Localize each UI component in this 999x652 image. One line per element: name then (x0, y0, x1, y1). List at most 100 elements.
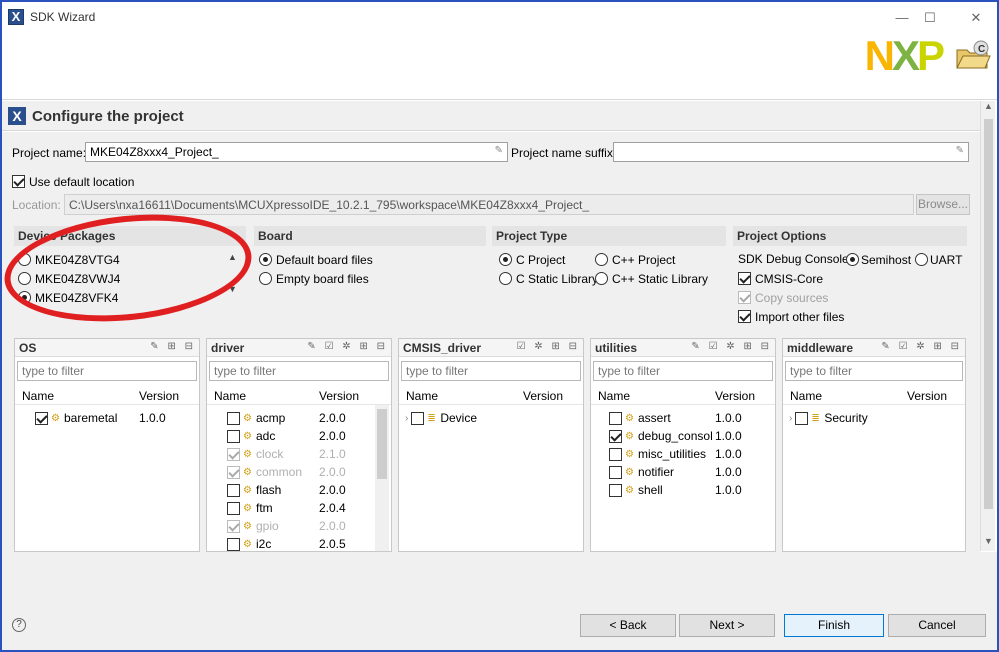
component-icon: ⚙ (51, 413, 60, 425)
project-name-label: Project name: (12, 146, 87, 160)
driver-column-header: Name Version (207, 387, 391, 405)
item-version: 1.0.0 (715, 465, 742, 479)
list-item[interactable]: ⚙ baremetal (35, 411, 117, 426)
list-item[interactable]: ⚙ shell (609, 483, 663, 498)
board-option-default[interactable]: Default board files (259, 252, 373, 267)
list-item[interactable]: › ≣ Device (405, 411, 477, 426)
project-type-header: Project Type (492, 226, 726, 246)
driver-filter-input[interactable]: type to filter (209, 361, 389, 381)
checkbox-icon[interactable] (609, 448, 622, 462)
device-package-option[interactable]: MKE04Z8VTG4 (18, 252, 120, 267)
list-item[interactable]: ⚙ acmp (227, 411, 285, 426)
device-packages-scrollbar[interactable]: ▲ ▼ (228, 246, 242, 302)
checkbox-icon[interactable] (227, 448, 240, 462)
item-name: common (256, 465, 303, 479)
item-name: gpio (256, 519, 279, 533)
type-c-static-library[interactable]: C Static Library (499, 271, 598, 286)
project-suffix-field[interactable]: ✎ (613, 142, 969, 162)
checkbox-icon[interactable] (227, 484, 240, 498)
wizard-banner: NXP C (2, 32, 997, 100)
checkbox-icon[interactable] (227, 502, 240, 516)
panel-tools-icon[interactable]: ✎ ☑ ✲ ⊞ ⊟ (881, 341, 962, 352)
type-cpp-static-library[interactable]: C++ Static Library (595, 271, 708, 286)
device-package-option[interactable]: MKE04Z8VFK4 (18, 290, 118, 302)
sdk-icon: X (8, 107, 26, 125)
import-other-files-checkbox[interactable]: Import other files (738, 309, 844, 324)
next-button[interactable]: Next > (679, 614, 775, 637)
panel-tools-icon[interactable]: ✎ ☑ ✲ ⊞ ⊟ (691, 341, 772, 352)
cmsis-core-checkbox[interactable]: CMSIS-Core (738, 271, 823, 286)
device-package-option[interactable]: MKE04Z8VWJ4 (18, 271, 120, 286)
panel-tools-icon[interactable]: ☑ ✲ ⊞ ⊟ (517, 341, 580, 352)
list-item[interactable]: ⚙ i2c (227, 537, 271, 552)
checkbox-icon[interactable] (609, 484, 622, 498)
copy-sources-checkbox: Copy sources (738, 290, 828, 305)
scroll-thumb[interactable] (984, 119, 993, 509)
help-icon[interactable]: ? (12, 618, 26, 632)
cancel-button[interactable]: Cancel (888, 614, 986, 637)
item-name: adc (256, 429, 276, 443)
checkbox-icon[interactable] (609, 430, 622, 444)
list-item[interactable]: ⚙ assert (609, 411, 671, 426)
back-button[interactable]: < Back (580, 614, 676, 637)
expand-icon[interactable]: › (789, 413, 792, 424)
item-version: 1.0.0 (139, 411, 166, 425)
list-item[interactable]: ⚙ misc_utilities (609, 447, 707, 462)
chevron-down-icon[interactable]: ▼ (228, 284, 237, 294)
project-name-field[interactable]: MKE04Z8xxx4_Project_ ✎ (85, 142, 508, 162)
scroll-down-icon[interactable]: ▼ (981, 536, 996, 551)
list-item[interactable]: ⚙ adc (227, 429, 276, 444)
use-default-location-checkbox[interactable]: Use default location (12, 174, 134, 189)
suffix-label: Project name suffix: (511, 146, 617, 160)
uart-radio[interactable]: UART (915, 252, 962, 267)
checkbox-icon[interactable] (227, 430, 240, 444)
checkbox-icon[interactable] (609, 412, 622, 426)
scroll-up-icon[interactable]: ▲ (981, 101, 996, 116)
list-item[interactable]: ⚙ debug_consol (609, 429, 713, 444)
close-button[interactable]: ✕ (965, 8, 987, 28)
chevron-up-icon[interactable]: ▲ (228, 252, 237, 262)
list-item[interactable]: ⚙ flash (227, 483, 281, 498)
checkbox-icon[interactable] (227, 520, 240, 534)
utilities-panel-header: utilities ✎ ☑ ✲ ⊞ ⊟ (591, 339, 775, 357)
list-item[interactable]: ⚙ clock (227, 447, 283, 462)
checkbox-icon[interactable] (12, 175, 25, 189)
type-cpp-project[interactable]: C++ Project (595, 252, 675, 267)
expand-icon[interactable]: › (405, 413, 408, 424)
item-name: ftm (256, 501, 273, 515)
checkbox-icon[interactable] (609, 466, 622, 480)
checkbox-icon[interactable] (227, 412, 240, 426)
driver-scrollbar[interactable] (375, 405, 389, 551)
list-item[interactable]: ⚙ notifier (609, 465, 674, 480)
list-item[interactable]: ⚙ common (227, 465, 303, 480)
checkbox-icon[interactable] (227, 466, 240, 480)
item-version: 2.0.0 (319, 429, 346, 443)
component-icon: ⚙ (243, 485, 252, 497)
semihost-radio[interactable]: Semihost (846, 252, 911, 267)
middleware-filter-input[interactable]: type to filter (785, 361, 963, 381)
cmsis-filter-input[interactable]: type to filter (401, 361, 581, 381)
location-label: Location: (12, 198, 61, 212)
os-filter-input[interactable]: type to filter (17, 361, 197, 381)
component-icon: ⚙ (243, 413, 252, 425)
title-bar: X SDK Wizard — ☐ ✕ (2, 2, 997, 32)
minimize-button[interactable]: — (891, 8, 913, 28)
list-item[interactable]: › ≣ Security (789, 411, 868, 426)
window-title: SDK Wizard (30, 10, 96, 24)
panel-tools-icon[interactable]: ✎ ☑ ✲ ⊞ ⊟ (307, 341, 388, 352)
checkbox-icon[interactable] (227, 538, 240, 552)
os-column-header: Name Version (15, 387, 199, 405)
panel-tools-icon[interactable]: ✎ ⊞ ⊟ (150, 341, 196, 352)
maximize-button[interactable]: ☐ (919, 8, 941, 28)
scroll-thumb[interactable] (377, 409, 387, 479)
finish-button[interactable]: Finish (784, 614, 884, 637)
component-icon: ⚙ (625, 431, 634, 443)
board-option-empty[interactable]: Empty board files (259, 271, 369, 286)
item-name: misc_utilities (638, 447, 707, 461)
list-item[interactable]: ⚙ gpio (227, 519, 279, 534)
page-scrollbar[interactable]: ▲ ▼ (980, 101, 995, 551)
utilities-filter-input[interactable]: type to filter (593, 361, 773, 381)
type-c-project[interactable]: C Project (499, 252, 565, 267)
item-version: 2.0.4 (319, 501, 346, 515)
list-item[interactable]: ⚙ ftm (227, 501, 273, 516)
